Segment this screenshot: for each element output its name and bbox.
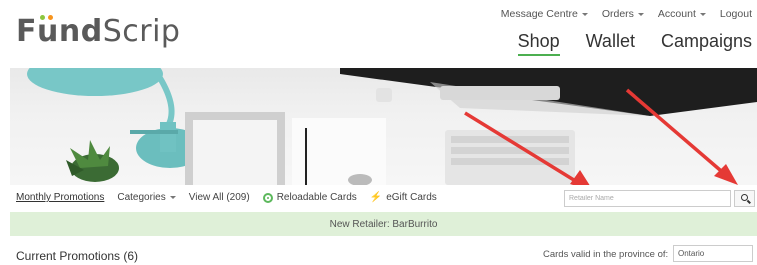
logo-u: u [37,14,59,49]
desk-scene-illustration [27,68,757,185]
hero-banner [10,68,757,185]
current-promotions-heading: Current Promotions (6) [16,249,139,263]
plant-shape [66,140,119,182]
announcement-text: New Retailer: BarBurrito [329,218,438,230]
nav-campaigns[interactable]: Campaigns [661,31,752,56]
egift-cards-link[interactable]: ⚡ eGift Cards [370,192,437,203]
logout-link[interactable]: Logout [720,8,752,20]
category-nav: Monthly Promotions Categories View All (… [10,187,757,211]
chevron-down-icon [169,196,176,199]
province-label: Cards valid in the province of: [543,249,669,260]
orders-label: Orders [601,8,634,20]
message-centre-label: Message Centre [500,8,578,20]
nav-shop[interactable]: Shop [517,31,560,56]
account-menu[interactable]: Account [658,8,706,20]
egift-cards-label: eGift Cards [386,192,437,203]
province-select[interactable]: Ontario [673,245,753,262]
chevron-down-icon [637,12,644,16]
view-all-label: View All (209) [188,192,250,203]
reloadable-cards-link[interactable]: Reloadable Cards [262,192,357,203]
monthly-promotions-label: Monthly Promotions [16,192,105,203]
chevron-down-icon [581,12,588,16]
utility-nav: Message Centre Orders Account Logout [501,8,752,20]
monthly-promotions-link[interactable]: Monthly Promotions [16,192,104,203]
main-nav: Shop Wallet Campaigns [517,31,752,56]
logo-text-nd: nd [58,14,103,49]
logo-dots [40,15,56,21]
retailer-search-input[interactable] [564,190,731,207]
fundscrip-logo[interactable]: FundScrip [16,14,180,49]
orders-menu[interactable]: Orders [602,8,644,20]
lamp-shade [27,68,163,96]
lightning-bolt-icon: ⚡ [369,192,383,203]
nav-wallet[interactable]: Wallet [586,31,635,56]
announcement-banner: New Retailer: BarBurrito [10,212,757,236]
message-centre-menu[interactable]: Message Centre [501,8,588,20]
logo-text-scrip: Scrip [102,14,181,49]
logo-text-f: F [16,14,37,49]
account-label: Account [657,8,696,20]
search-button[interactable] [734,190,755,207]
site-header: FundScrip Message Centre Orders Account … [0,0,757,68]
categories-label: Categories [117,192,166,203]
chevron-down-icon [699,12,706,16]
logout-label: Logout [719,8,752,20]
category-links: Monthly Promotions Categories View All (… [16,192,437,203]
view-all-link[interactable]: View All (209) [189,192,250,203]
reload-icon [262,192,273,203]
categories-dropdown[interactable]: Categories [117,192,176,203]
reloadable-cards-label: Reloadable Cards [276,192,357,203]
